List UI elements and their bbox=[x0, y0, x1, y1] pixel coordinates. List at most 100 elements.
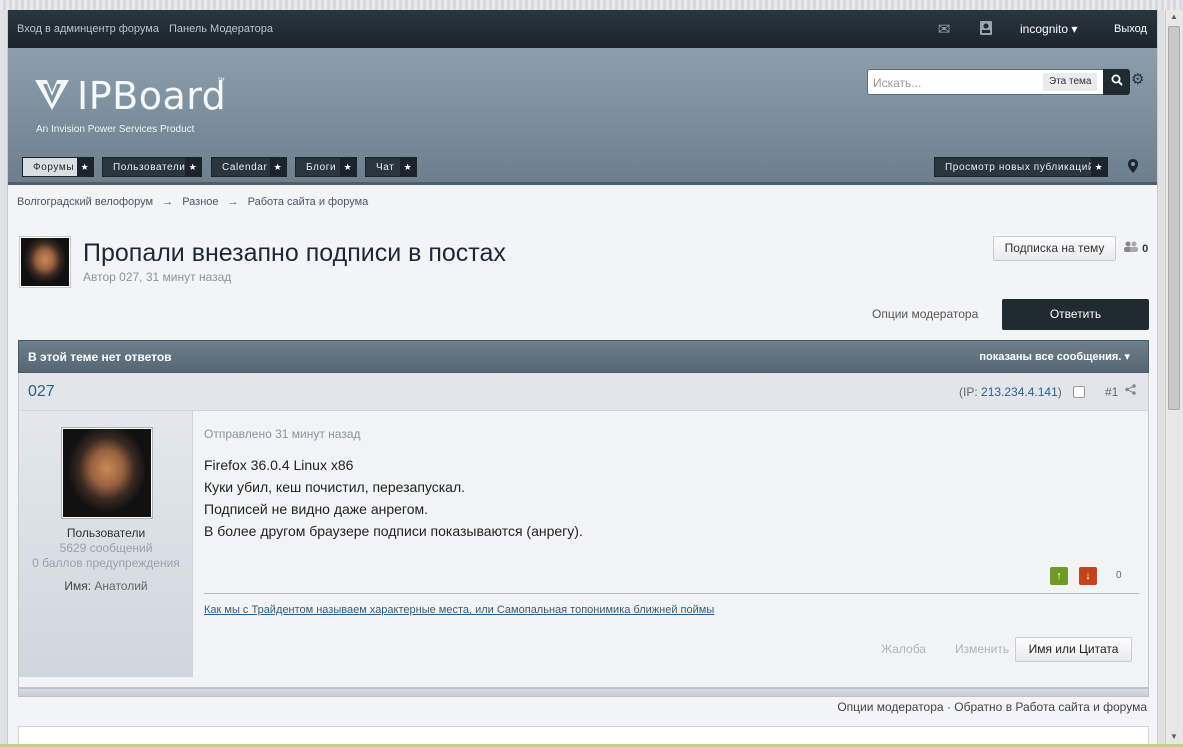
topic-bar: В этой теме нет ответов показаны все соо… bbox=[18, 340, 1149, 373]
modpanel-link[interactable]: Панель Модератора bbox=[169, 23, 273, 35]
breadcrumb-arrow: → bbox=[227, 196, 239, 208]
scroll-down-icon[interactable]: ▼ bbox=[1166, 730, 1182, 744]
author-info: Пользователи 5629 сообщений 0 баллов пре… bbox=[19, 411, 193, 677]
breadcrumb: Волгоградский велофорум → Разное → Работ… bbox=[17, 196, 374, 208]
logo-word: IPBoard bbox=[77, 74, 227, 118]
no-replies-label: В этой теме нет ответов bbox=[28, 350, 172, 364]
breadcrumb-item[interactable]: Разное bbox=[182, 196, 218, 208]
post-number[interactable]: #1 bbox=[1105, 385, 1118, 399]
post-filter-dropdown[interactable]: показаны все сообщения. ▾ bbox=[979, 350, 1130, 363]
logo-tm: ™ bbox=[217, 76, 225, 85]
post-filter-label: показаны все сообщения. bbox=[979, 351, 1122, 363]
back-to-forum-link[interactable]: Обратно в Работа сайта и форума bbox=[954, 700, 1147, 714]
user-bar: Вход в админцентр форума Панель Модерато… bbox=[8, 10, 1157, 48]
envelope-icon[interactable]: ✉ bbox=[934, 20, 954, 38]
tab-label: Calendar bbox=[222, 162, 268, 173]
tab-forums[interactable]: Форумы ★ bbox=[22, 157, 94, 177]
breadcrumb-arrow: → bbox=[162, 196, 174, 208]
tab-label: Чат bbox=[376, 162, 395, 173]
tab-blogs[interactable]: Блоги ★ bbox=[295, 157, 357, 177]
separator-dot: · bbox=[946, 700, 951, 714]
bottom-links: Опции модератора · Обратно в Работа сайт… bbox=[837, 700, 1147, 714]
share-icon[interactable] bbox=[1125, 384, 1136, 398]
breadcrumb-item[interactable]: Волгоградский велофорум bbox=[17, 196, 153, 208]
name-value: Анатолий bbox=[94, 579, 148, 593]
tab-label: Просмотр новых публикаций bbox=[945, 162, 1095, 173]
logo-mark-icon bbox=[35, 80, 69, 110]
quote-button[interactable]: Имя или Цитата bbox=[1015, 637, 1132, 662]
author-avatar-small[interactable] bbox=[19, 236, 71, 288]
followers-count[interactable]: 0 bbox=[1123, 240, 1148, 255]
author-avatar[interactable] bbox=[61, 427, 153, 519]
reply-button[interactable]: Ответить bbox=[1002, 299, 1149, 330]
logout-link[interactable]: Выход bbox=[1114, 23, 1147, 35]
window-top-edge bbox=[0, 0, 1183, 10]
star-icon: ★ bbox=[270, 158, 286, 176]
page-title: Пропали внезапно подписи в постах bbox=[83, 239, 506, 267]
scroll-up-icon[interactable]: ▲ bbox=[1166, 10, 1182, 24]
search-button[interactable] bbox=[1103, 69, 1130, 95]
avatar-photo bbox=[63, 429, 151, 517]
ip-prefix: (IP: bbox=[959, 385, 982, 399]
member-group: Пользователи bbox=[66, 526, 146, 540]
star-icon: ★ bbox=[77, 158, 93, 176]
browser-window: Вход в админцентр форума Панель Модерато… bbox=[0, 0, 1183, 747]
report-button[interactable]: Жалоба bbox=[881, 642, 926, 656]
name-label: Имя: bbox=[64, 579, 92, 593]
star-icon: ★ bbox=[340, 158, 356, 176]
tab-members[interactable]: Пользователи ★ bbox=[102, 157, 202, 177]
post-ip: (IP: 213.234.4.141) bbox=[959, 385, 1062, 399]
edit-button[interactable]: Изменить bbox=[955, 642, 1009, 656]
signature-divider bbox=[204, 593, 1139, 594]
post-header: 027 (IP: 213.234.4.141) #1 bbox=[19, 373, 1148, 411]
vote-up-icon[interactable]: ↑ bbox=[1050, 567, 1068, 585]
topic-byline: Автор 027, 31 минут назад bbox=[83, 270, 232, 284]
post-content: Firefox 36.0.4 Linux x86 Куки убил, кеш … bbox=[204, 454, 583, 542]
nav-underline bbox=[8, 182, 1157, 185]
post-count: 5629 сообщений bbox=[59, 541, 153, 555]
forum-page: Вход в админцентр форума Панель Модерато… bbox=[7, 10, 1158, 744]
post-select-checkbox[interactable] bbox=[1073, 386, 1085, 398]
post-date: Отправлено 31 минут назад bbox=[204, 427, 361, 441]
signature-link[interactable]: Как мы с Трайдентом называем характерные… bbox=[204, 604, 714, 616]
tab-label: Блоги bbox=[306, 162, 337, 173]
tab-label: Форумы bbox=[33, 162, 75, 173]
username: incognito bbox=[1020, 22, 1069, 36]
branding-header: IPBoard ™ An Invision Power Services Pro… bbox=[8, 48, 1157, 185]
map-pin-icon[interactable] bbox=[1128, 159, 1138, 176]
breadcrumb-item[interactable]: Работа сайта и форума bbox=[248, 196, 369, 208]
ip-address[interactable]: 213.234.4.141 bbox=[981, 385, 1058, 399]
user-menu[interactable]: incognito ▾ bbox=[1020, 22, 1077, 36]
ip-suffix: ) bbox=[1057, 385, 1062, 399]
real-name: Имя: Анатолий bbox=[19, 579, 193, 593]
tab-label: Пользователи bbox=[113, 162, 186, 173]
post-line: Куки убил, кеш почистил, перезапускал. bbox=[204, 479, 466, 495]
search-icon bbox=[1111, 74, 1123, 86]
moderator-options-link-bottom[interactable]: Опции модератора bbox=[837, 700, 943, 714]
post-line: Firefox 36.0.4 Linux x86 bbox=[204, 457, 354, 473]
admincp-link[interactable]: Вход в админцентр форума bbox=[17, 23, 159, 35]
search-box: Искать... Эта тема bbox=[867, 69, 1130, 95]
chevron-down-icon: ▾ bbox=[1071, 22, 1078, 36]
avatar-photo bbox=[21, 238, 69, 286]
scrollbar[interactable]: ▲ ▼ bbox=[1165, 10, 1182, 744]
contact-card-icon[interactable] bbox=[976, 20, 996, 38]
scrollbar-thumb[interactable] bbox=[1168, 26, 1180, 410]
new-content-button[interactable]: Просмотр новых публикаций ★ bbox=[934, 157, 1108, 177]
post: 027 (IP: 213.234.4.141) #1 Пользователи … bbox=[18, 373, 1149, 688]
search-scope[interactable]: Эта тема bbox=[1043, 73, 1098, 91]
post-body: Отправлено 31 минут назад Firefox 36.0.4… bbox=[204, 411, 1139, 677]
post-author[interactable]: 027 bbox=[28, 383, 55, 401]
warning-points[interactable]: 0 баллов предупреждения bbox=[19, 556, 193, 570]
post-line: Подписей не видно даже анрегом. bbox=[204, 501, 429, 517]
users-icon bbox=[1124, 241, 1138, 252]
tab-calendar[interactable]: Calendar ★ bbox=[211, 157, 287, 177]
vote-down-icon[interactable]: ↓ bbox=[1079, 567, 1097, 585]
search-input[interactable]: Искать... bbox=[873, 76, 1033, 90]
tab-chat[interactable]: Чат ★ bbox=[365, 157, 417, 177]
star-icon: ★ bbox=[1091, 158, 1107, 176]
follow-button[interactable]: Подписка на тему bbox=[993, 236, 1116, 261]
followers-number: 0 bbox=[1142, 243, 1149, 255]
gear-icon[interactable]: ⚙ bbox=[1131, 70, 1144, 88]
moderator-options-link[interactable]: Опции модератора bbox=[872, 307, 978, 321]
